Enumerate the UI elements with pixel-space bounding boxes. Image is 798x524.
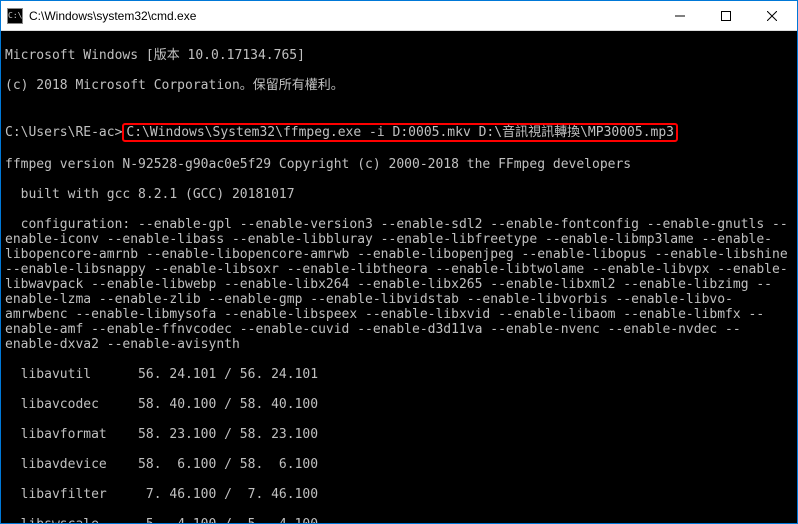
output-line: (c) 2018 Microsoft Corporation。保留所有權利。 [5, 78, 793, 93]
output-line: libavformat 58. 23.100 / 58. 23.100 [5, 427, 793, 442]
titlebar[interactable]: C:\ C:\Windows\system32\cmd.exe [1, 1, 797, 31]
terminal-output[interactable]: Microsoft Windows [版本 10.0.17134.765] (c… [1, 31, 797, 523]
output-line: libavcodec 58. 40.100 / 58. 40.100 [5, 397, 793, 412]
prompt-line: C:\Users\RE-ac>C:\Windows\System32\ffmpe… [5, 123, 793, 142]
output-line: libavfilter 7. 46.100 / 7. 46.100 [5, 487, 793, 502]
window-controls [657, 1, 795, 30]
window-title: C:\Windows\system32\cmd.exe [29, 9, 657, 23]
output-line: libavdevice 58. 6.100 / 58. 6.100 [5, 457, 793, 472]
output-line: built with gcc 8.2.1 (GCC) 20181017 [5, 187, 793, 202]
minimize-button[interactable] [657, 1, 703, 30]
close-button[interactable] [749, 1, 795, 30]
prompt-prefix: C:\Users\RE-ac> [5, 125, 122, 140]
cmd-window: C:\ C:\Windows\system32\cmd.exe Microsof… [0, 0, 798, 524]
highlighted-command: C:\Windows\System32\ffmpeg.exe -i D:0005… [122, 123, 678, 142]
output-line: Microsoft Windows [版本 10.0.17134.765] [5, 48, 793, 63]
output-line: configuration: --enable-gpl --enable-ver… [5, 217, 793, 352]
output-line: ffmpeg version N-92528-g90ac0e5f29 Copyr… [5, 157, 793, 172]
cmd-icon: C:\ [7, 8, 23, 24]
maximize-button[interactable] [703, 1, 749, 30]
output-line: libswscale 5. 4.100 / 5. 4.100 [5, 517, 793, 523]
output-line: libavutil 56. 24.101 / 56. 24.101 [5, 367, 793, 382]
